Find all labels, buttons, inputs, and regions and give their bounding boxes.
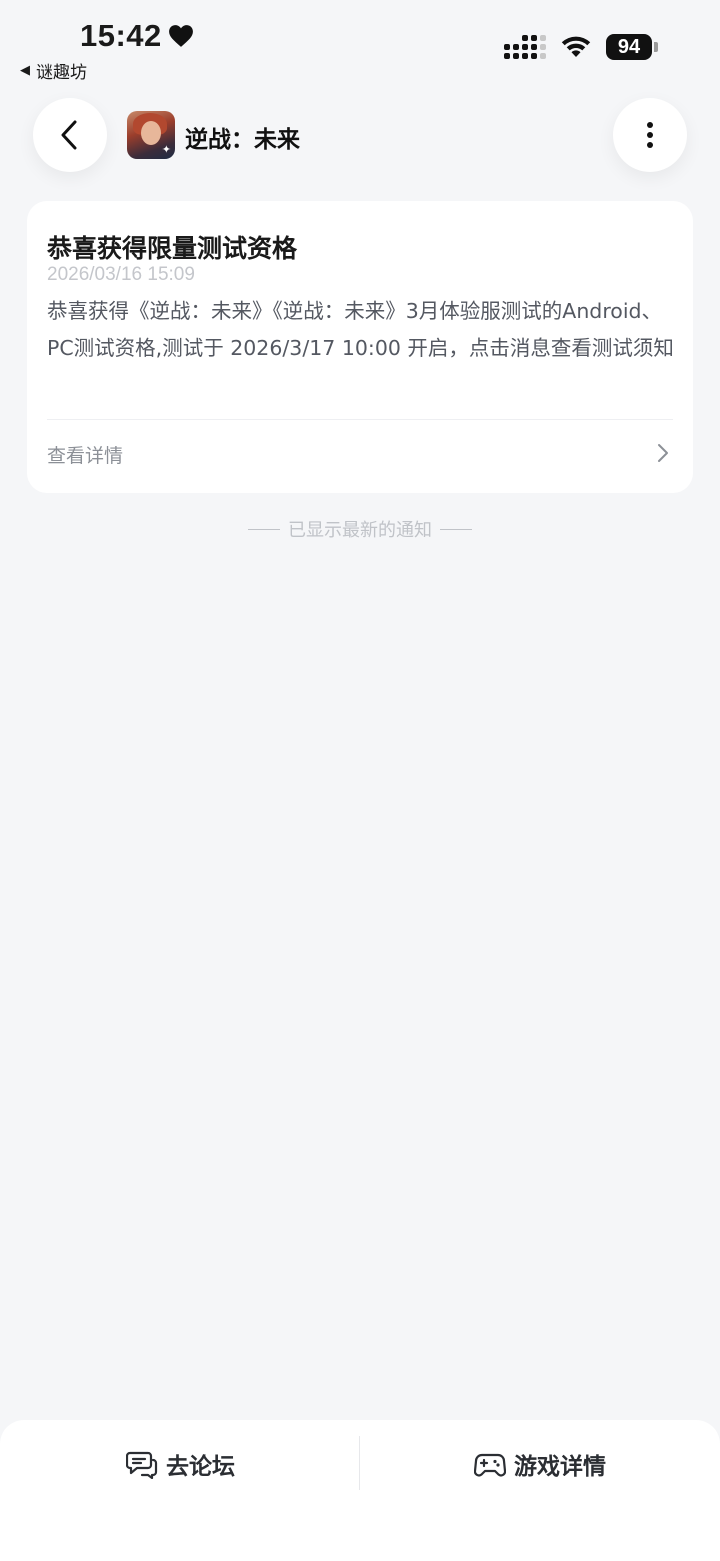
- gamepad-icon: [474, 1453, 506, 1477]
- notification-card[interactable]: 恭喜获得限量测试资格 2026/03/16 15:09 恭喜获得《逆战：未来》《…: [27, 201, 693, 493]
- game-title[interactable]: 逆战：未来: [185, 120, 300, 154]
- back-to-app-link[interactable]: ◀ 谜趣坊: [20, 58, 87, 83]
- heart-icon: [168, 25, 193, 47]
- more-button[interactable]: [613, 98, 687, 172]
- wifi-icon: [560, 35, 592, 59]
- game-details-button[interactable]: 游戏详情: [474, 1444, 606, 1484]
- battery-icon: 94: [606, 34, 658, 60]
- chevron-left-icon: [61, 120, 77, 150]
- notification-body: 恭喜获得《逆战：未来》《逆战：未来》3月体验服测试的Android、PC测试资格…: [47, 299, 674, 360]
- chevron-right-icon[interactable]: [657, 443, 669, 463]
- notification-date: 2026/03/16 15:09: [47, 264, 195, 285]
- go-to-forum-label: 去论坛: [166, 1454, 235, 1480]
- view-details-link[interactable]: 查看详情: [47, 441, 123, 468]
- game-details-label: 游戏详情: [514, 1454, 606, 1480]
- status-indicators: 94: [504, 34, 658, 60]
- notification-title: 恭喜获得限量测试资格: [47, 234, 298, 263]
- bottom-action-bar: 去论坛 游戏详情: [0, 1420, 720, 1561]
- battery-level: 94: [606, 34, 652, 60]
- back-button[interactable]: [33, 98, 107, 172]
- status-time-text: 15:42: [80, 18, 162, 53]
- end-of-list-text: 已显示最新的通知: [288, 520, 432, 541]
- status-time: 15:42: [80, 18, 194, 54]
- bottom-divider: [359, 1436, 360, 1490]
- game-icon[interactable]: ✦: [127, 111, 175, 159]
- cellular-signal-icon: [504, 35, 546, 59]
- chat-bubble-icon: [126, 1451, 158, 1479]
- back-app-label: 谜趣坊: [36, 63, 87, 83]
- end-of-list-notice: 已显示最新的通知: [0, 516, 720, 542]
- go-to-forum-button[interactable]: 去论坛: [126, 1444, 235, 1484]
- more-vertical-icon: [647, 122, 653, 148]
- back-triangle-icon: ◀: [20, 63, 30, 78]
- card-divider: [47, 419, 673, 420]
- screen: 15:42 ◀ 谜趣坊 94 ✦ 逆战：未来 恭喜获得限量测试资格 2026/0…: [0, 0, 720, 1561]
